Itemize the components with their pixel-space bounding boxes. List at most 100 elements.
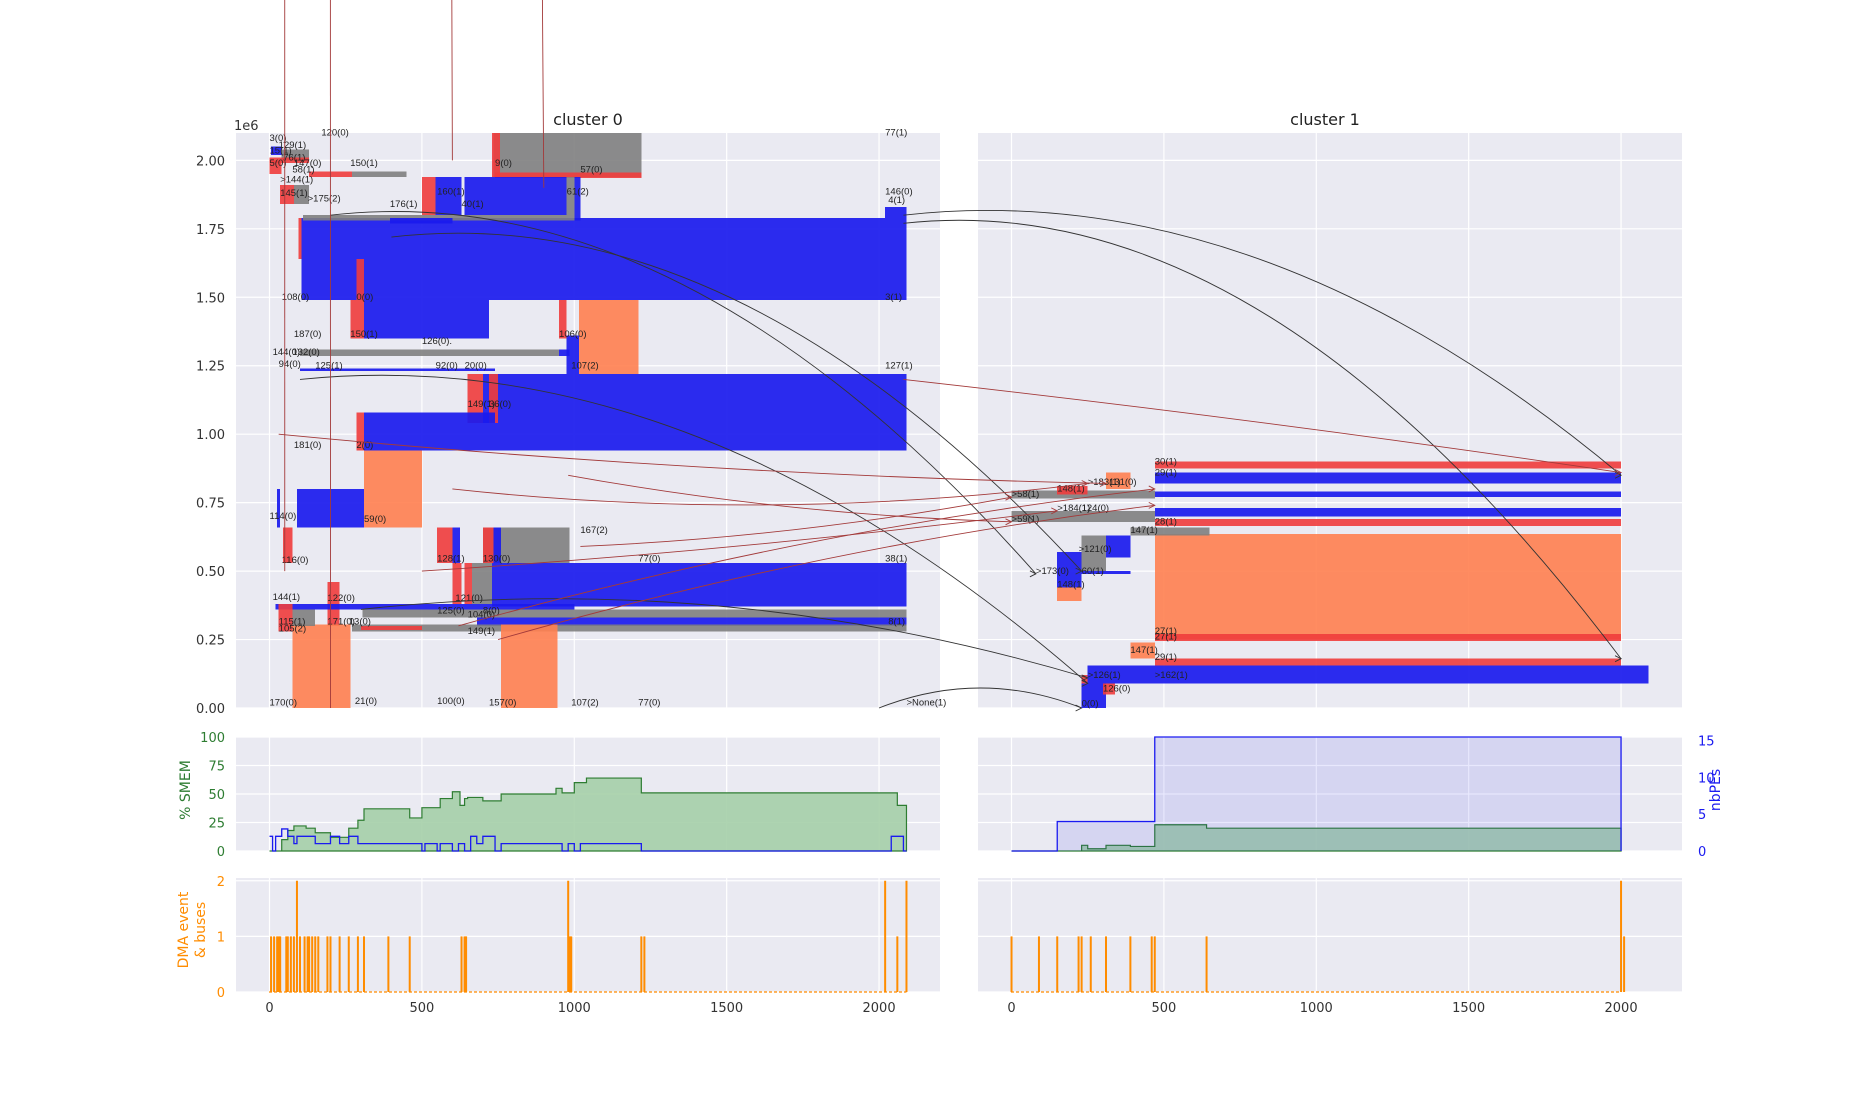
task-label: 150(1) <box>350 158 377 169</box>
x-tick-label: 2000 <box>1605 1001 1638 1016</box>
task-block-red <box>1154 519 1622 526</box>
x-tick-label: 1000 <box>1300 1001 1333 1016</box>
smem-y-tick-label: 50 <box>208 788 225 803</box>
task-block-blue <box>495 373 907 451</box>
task-label: 57(0) <box>580 165 602 176</box>
task-label: 176(1) <box>390 199 417 210</box>
task-block-coral <box>1154 534 1622 640</box>
gantt-y-tick-label: 1.25 <box>196 360 225 375</box>
task-block-red <box>298 217 302 259</box>
dma-axis-label-line2: & buses <box>193 902 209 958</box>
task-label: 92(0) <box>436 360 458 371</box>
task-label: >162(1) <box>1155 670 1188 681</box>
task-block-blue <box>364 412 496 451</box>
task-block-blue <box>1154 472 1622 484</box>
task-label: 147(1) <box>1130 645 1157 656</box>
task-label: 187(0) <box>294 329 321 340</box>
task-label: 30(1) <box>1155 456 1177 467</box>
task-label: 20(0) <box>465 360 487 371</box>
smem-y-tick-label: 0 <box>217 845 225 860</box>
task-label: 40(1) <box>462 199 484 210</box>
task-block-blue <box>1154 491 1622 498</box>
task-label: 150(1) <box>350 329 377 340</box>
task-label: 147(1) <box>1130 525 1157 536</box>
task-label: 61(2) <box>567 187 589 198</box>
task-label: 114(0) <box>270 511 297 522</box>
task-label: 100(0) <box>437 696 464 707</box>
task-label: 170(0) <box>270 697 297 708</box>
task-label: 167(2) <box>580 525 607 536</box>
x-tick-label: 0 <box>1007 1001 1015 1016</box>
gantt-y-tick-label: 0.00 <box>196 702 225 717</box>
task-label: 3(1) <box>885 292 902 303</box>
pes-y-tick-label: 15 <box>1698 735 1715 750</box>
pes-y-tick-label: 5 <box>1698 808 1706 823</box>
task-label: 29(1) <box>1155 652 1177 663</box>
task-label: 36(0) <box>489 399 511 410</box>
task-label: 132(0) <box>292 347 319 358</box>
task-block-red <box>421 176 436 216</box>
panel-dma-cluster-1 <box>978 878 1682 992</box>
task-label: 148(1) <box>1057 580 1084 591</box>
task-label: 157(0) <box>489 697 516 708</box>
task-label: 125(0) <box>437 606 464 617</box>
task-label: 106(0) <box>559 329 586 340</box>
task-label: 144(1) <box>273 592 300 603</box>
task-label: 59(0) <box>364 514 386 525</box>
gantt-y-tick-label: 0.75 <box>196 497 225 512</box>
task-label: 120(0) <box>321 128 348 139</box>
task-label: 9(0) <box>495 158 512 169</box>
task-block-gray <box>351 624 907 632</box>
task-label: 21(0) <box>355 696 377 707</box>
x-tick-label: 2000 <box>863 1001 896 1016</box>
smem-axis-label: % SMEM <box>178 760 194 820</box>
dma-y-tick-label: 0 <box>217 986 225 1001</box>
smem-y-tick-label: 75 <box>208 760 225 775</box>
task-label: 126(0) <box>1103 684 1130 695</box>
task-label: 125(1) <box>315 360 342 371</box>
gantt-y-tick-label: 1.75 <box>196 223 225 238</box>
task-label: 0(0) <box>356 292 373 303</box>
task-label: 77(1) <box>885 128 907 139</box>
task-label: 60(1) <box>1082 566 1104 577</box>
task-label: 8(1) <box>888 616 905 627</box>
cluster-1-title: cluster 1 <box>1290 110 1360 129</box>
dma-y-tick-label: 2 <box>217 875 225 890</box>
task-label: 104(0) <box>468 610 495 621</box>
task-block-blue <box>574 176 581 221</box>
task-label: 128(1) <box>437 554 464 565</box>
task-label: 181(0) <box>294 440 321 451</box>
task-label: 130(0) <box>483 554 510 565</box>
task-label: 94(0) <box>279 359 301 370</box>
dma-y-tick-label: 1 <box>217 930 225 945</box>
task-label: 122(0) <box>327 593 354 604</box>
gantt-y-tick-label: 2.00 <box>196 154 225 169</box>
task-label: 4(1) <box>888 195 905 206</box>
cluster-0-title: cluster 0 <box>553 110 623 129</box>
task-label: 149(1) <box>468 626 495 637</box>
task-label: 27(1) <box>1155 632 1177 643</box>
task-label: 105(2) <box>279 623 306 634</box>
gantt-y-tick-label: 1.00 <box>196 428 225 443</box>
task-block-coral <box>501 624 558 708</box>
task-label: 0(0) <box>1082 699 1099 710</box>
task-label: 126(0). <box>422 336 452 347</box>
task-block-blue <box>364 300 489 339</box>
task-block-blue <box>1154 508 1622 517</box>
pes-y-tick-label: 0 <box>1698 845 1706 860</box>
smem-y-tick-label: 100 <box>200 731 225 746</box>
x-tick-label: 500 <box>409 1001 434 1016</box>
x-tick-label: 500 <box>1151 1001 1176 1016</box>
task-label: >175(2) <box>308 193 341 204</box>
task-label: 108(0) <box>282 292 309 303</box>
pes-y-tick-label: 10 <box>1698 771 1715 786</box>
task-label: 77(0) <box>638 697 660 708</box>
dma-axis-label-line1: DMA event <box>176 891 192 968</box>
task-block-blue <box>885 206 907 218</box>
task-label: 13(0) <box>349 616 371 627</box>
x-tick-label: 1500 <box>1452 1001 1485 1016</box>
task-label: 127(1) <box>885 360 912 371</box>
task-block-gray <box>493 133 642 177</box>
y-axis-multiplier: 1e6 <box>234 119 259 134</box>
smem-y-tick-label: 25 <box>208 817 225 832</box>
